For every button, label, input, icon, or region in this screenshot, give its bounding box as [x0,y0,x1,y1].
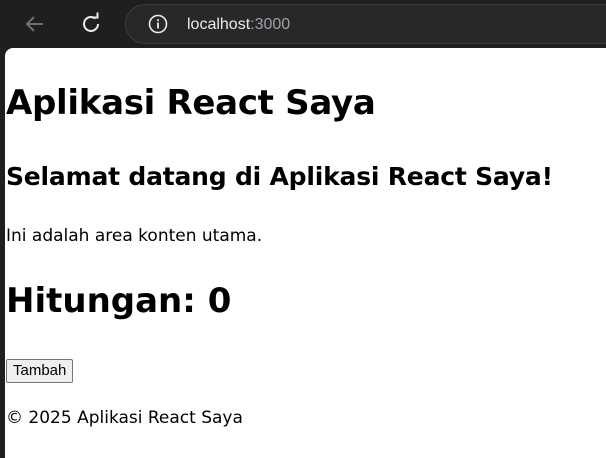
url-host: localhost [187,16,251,33]
add-button[interactable]: Tambah [6,359,74,383]
page-viewport: Aplikasi React Saya Selamat datang di Ap… [5,48,606,458]
footer-text: © 2025 Aplikasi React Saya [6,408,243,428]
counter-display: Hitungan: 0 [6,281,232,321]
welcome-heading: Selamat datang di Aplikasi React Saya! [6,162,553,191]
url-port: :3000 [250,16,291,33]
content-text: Ini adalah area konten utama. [6,226,263,246]
url-text[interactable]: localhost:3000 [187,15,290,35]
browser-toolbar: localhost:3000 [0,0,606,48]
app-title: Aplikasi React Saya [6,83,376,123]
back-arrow-icon [25,16,43,32]
reload-icon [83,12,99,32]
info-icon[interactable] [148,14,168,34]
reload-button[interactable] [77,10,105,38]
back-button[interactable] [21,10,49,38]
address-bar[interactable]: localhost:3000 [125,4,606,44]
